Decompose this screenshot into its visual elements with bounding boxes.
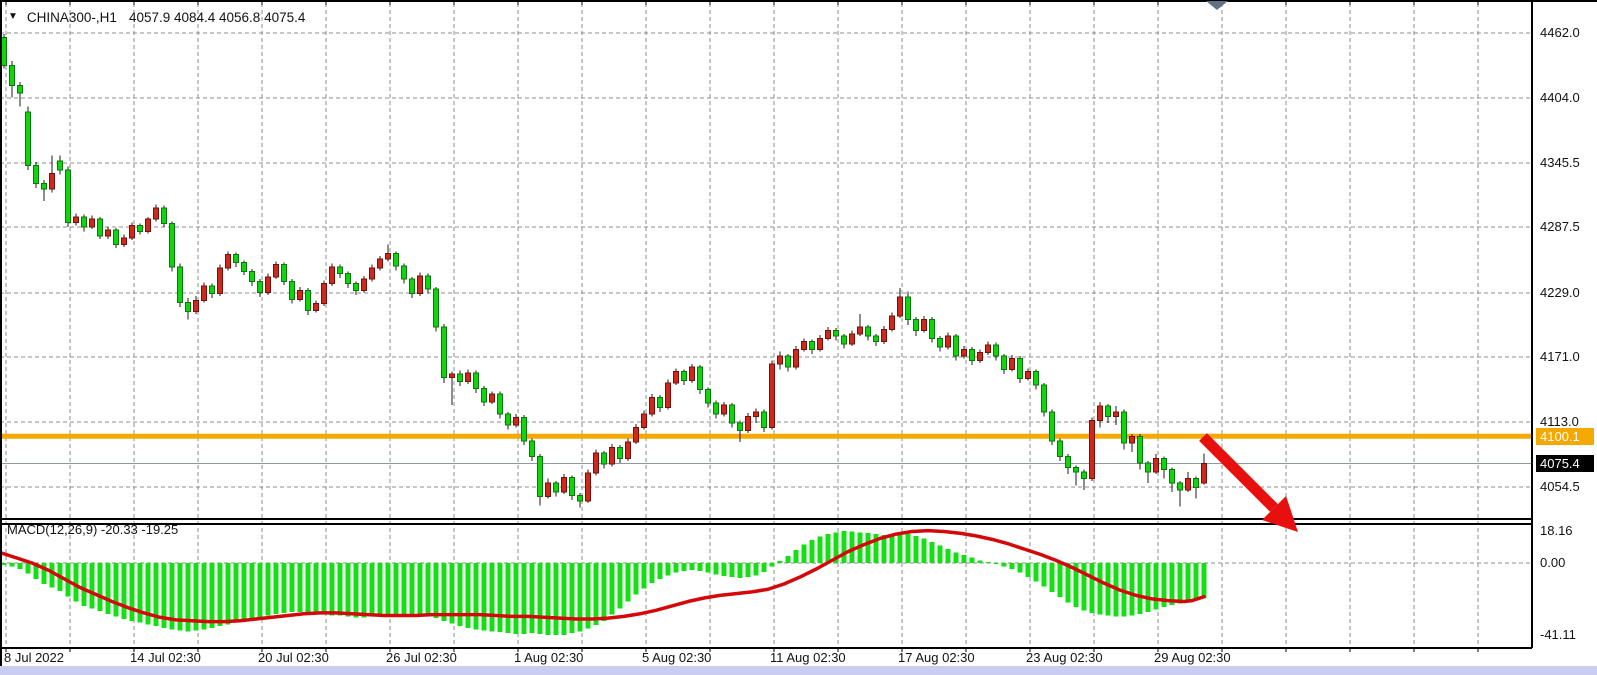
time-tick-label: 29 Aug 02:30 bbox=[1154, 650, 1231, 665]
bottom-scrollbar[interactable] bbox=[0, 666, 1597, 675]
price-tick-label: 4462.0 bbox=[1540, 25, 1580, 40]
price-tick-label: 4229.0 bbox=[1540, 285, 1580, 300]
orange-line-price-badge: 4100.1 bbox=[1536, 428, 1594, 445]
time-tick-label: 17 Aug 02:30 bbox=[898, 650, 975, 665]
price-tick-label: 4054.5 bbox=[1540, 479, 1580, 494]
trading-chart-window: ▼ CHINA300-,H1 4057.9 4084.4 4056.8 4075… bbox=[0, 0, 1597, 675]
time-tick-label: 14 Jul 02:30 bbox=[130, 650, 201, 665]
price-tick-label: 4113.0 bbox=[1540, 414, 1579, 429]
time-tick-label: 26 Jul 02:30 bbox=[386, 650, 457, 665]
candles-layer bbox=[0, 34, 1532, 507]
annotation-layer bbox=[1203, 1, 1298, 532]
symbol-dropdown-icon[interactable]: ▼ bbox=[8, 12, 18, 22]
time-tick-label: 20 Jul 02:30 bbox=[258, 650, 329, 665]
macd-tick-label: 18.16 bbox=[1540, 523, 1573, 538]
macd-tick-label: -41.11 bbox=[1540, 627, 1576, 642]
panel-frame bbox=[0, 0, 1597, 666]
price-tick-label: 4287.5 bbox=[1540, 219, 1580, 234]
time-tick-label: 11 Aug 02:30 bbox=[770, 650, 846, 665]
price-tick-label: 4345.5 bbox=[1540, 155, 1580, 170]
time-tick-label: 1 Aug 02:30 bbox=[514, 650, 583, 665]
chart-header: ▼ CHINA300-,H1 4057.9 4084.4 4056.8 4075… bbox=[8, 8, 305, 26]
price-tick-label: 4171.0 bbox=[1540, 349, 1580, 364]
ohlc-values-label: 4057.9 4084.4 4056.8 4075.4 bbox=[129, 10, 305, 25]
current-price-badge: 4075.4 bbox=[1536, 455, 1594, 472]
down-arrow-annotation[interactable] bbox=[1203, 437, 1298, 532]
macd-tick-label: 0.00 bbox=[1540, 555, 1565, 570]
chart-shift-marker-icon[interactable] bbox=[1206, 1, 1228, 10]
price-tick-label: 4404.0 bbox=[1540, 90, 1580, 105]
chart-canvas[interactable] bbox=[0, 0, 1597, 675]
grid-layer bbox=[0, 3, 1532, 648]
macd-indicator-label: MACD(12,26,9) -20.33 -19.25 bbox=[7, 522, 178, 537]
symbol-timeframe-label: CHINA300-,H1 bbox=[27, 10, 117, 25]
time-tick-label: 5 Aug 02:30 bbox=[642, 650, 711, 665]
time-tick-label: 8 Jul 2022 bbox=[4, 650, 64, 665]
time-tick-label: 23 Aug 02:30 bbox=[1026, 650, 1103, 665]
macd-layer bbox=[0, 531, 1207, 635]
